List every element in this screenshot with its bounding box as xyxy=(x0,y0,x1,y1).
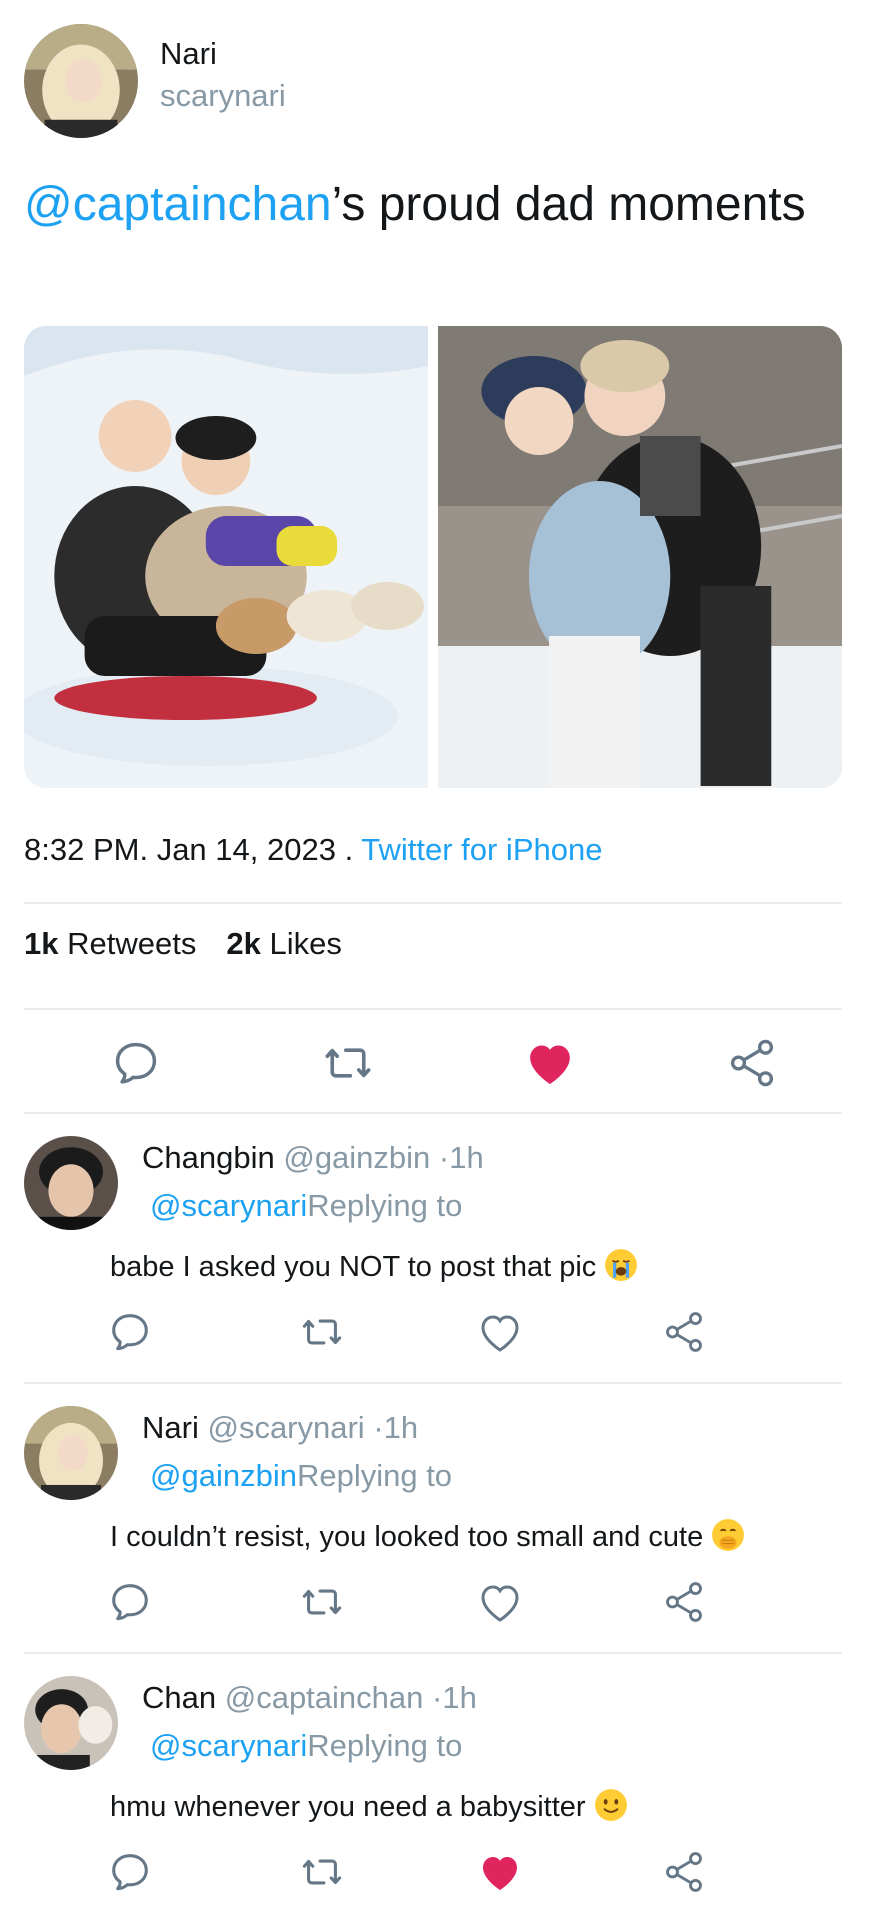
share-button[interactable] xyxy=(656,1304,712,1360)
reply-time: ·1h xyxy=(438,1140,484,1175)
share-icon xyxy=(730,1039,774,1087)
reply-actions xyxy=(0,1304,870,1364)
replying-to-handle[interactable]: @scarynari xyxy=(150,1188,307,1223)
replying-to: @scarynariReplying to xyxy=(150,1188,462,1224)
reply-header: Chan @captainchan ·1h xyxy=(142,1680,477,1716)
divider xyxy=(24,1112,842,1114)
reply-header: Nari @scarynari ·1h xyxy=(142,1410,418,1446)
reply-icon xyxy=(112,1854,148,1891)
reply-header: Changbin @gainzbin ·1h xyxy=(142,1140,484,1176)
tweet-media xyxy=(24,326,842,788)
retweets-stat[interactable]: 1k Retweets xyxy=(24,926,196,961)
reply-icon xyxy=(115,1042,157,1084)
reply-button[interactable] xyxy=(102,1574,158,1630)
author-avatar[interactable] xyxy=(24,24,138,138)
share-button[interactable] xyxy=(656,1844,712,1900)
author-name[interactable]: Nari xyxy=(160,36,217,72)
replying-to-label: Replying to xyxy=(296,1458,453,1493)
share-button[interactable] xyxy=(724,1035,780,1091)
likes-count: 2k xyxy=(226,926,261,961)
media-image-piggyback[interactable] xyxy=(438,326,842,788)
replying-to-label: Replying to xyxy=(307,1728,463,1763)
reply-avatar-chan[interactable] xyxy=(24,1676,118,1770)
reply-author-handle[interactable]: @captainchan xyxy=(225,1680,424,1715)
reply-actions xyxy=(0,1574,870,1634)
reply-author-name[interactable]: Chan xyxy=(142,1680,216,1715)
hand-over-mouth-face-icon xyxy=(711,1518,745,1552)
share-icon xyxy=(666,1582,702,1622)
reply-text-body: I couldn’t resist, you looked too small … xyxy=(110,1521,704,1553)
reply-avatar-nari[interactable] xyxy=(24,1406,118,1500)
heart-icon xyxy=(483,1857,517,1890)
tweet-time: 8:32 PM xyxy=(24,832,140,867)
retweet-button[interactable] xyxy=(294,1304,350,1360)
retweet-icon xyxy=(302,1589,342,1615)
likes-label: Likes xyxy=(269,926,342,961)
reply-actions xyxy=(0,1844,870,1904)
reply-icon xyxy=(112,1584,148,1621)
share-button[interactable] xyxy=(656,1574,712,1630)
reply-icon xyxy=(112,1314,148,1351)
retweet-button[interactable] xyxy=(294,1844,350,1900)
reply-text: hmu whenever you need a babysitter xyxy=(110,1788,628,1824)
replying-to: @gainzbinReplying to xyxy=(150,1458,452,1494)
loudly-crying-face-icon xyxy=(604,1248,638,1282)
author-handle[interactable]: scarynari xyxy=(160,78,286,114)
heart-icon xyxy=(481,1315,519,1352)
tweet-actions xyxy=(0,1035,870,1095)
like-button[interactable] xyxy=(522,1035,578,1091)
like-button[interactable] xyxy=(472,1304,528,1360)
retweet-icon xyxy=(302,1319,342,1345)
tweet-text-body: ’s proud dad moments xyxy=(331,178,806,231)
replying-to-handle[interactable]: @gainzbin xyxy=(150,1458,297,1493)
reply-text-body: babe I asked you NOT to post that pic xyxy=(110,1251,597,1283)
tweet-meta: 8:32 PM. Jan 14, 2023 . Twitter for iPho… xyxy=(24,832,603,867)
retweet-icon xyxy=(302,1859,342,1885)
retweet-icon xyxy=(325,1048,371,1078)
replying-to-handle[interactable]: @scarynari xyxy=(150,1728,307,1763)
divider xyxy=(24,1008,842,1010)
share-icon xyxy=(666,1312,702,1352)
like-button[interactable] xyxy=(472,1574,528,1630)
reply-time: ·1h xyxy=(432,1680,477,1715)
reply-text-body: hmu whenever you need a babysitter xyxy=(110,1791,586,1823)
reply-author-handle[interactable]: @scarynari xyxy=(207,1410,364,1445)
heart-icon xyxy=(481,1585,519,1622)
heart-icon xyxy=(530,1045,570,1084)
reply-button[interactable] xyxy=(102,1304,158,1360)
tweet-date: Jan 14, 2023 xyxy=(156,832,336,867)
divider xyxy=(24,1652,842,1654)
tweet-source[interactable]: Twitter for iPhone xyxy=(361,832,602,867)
reply-button[interactable] xyxy=(108,1035,164,1091)
share-icon xyxy=(666,1852,702,1892)
reply-author-name[interactable]: Changbin xyxy=(142,1140,275,1175)
reply-text: I couldn’t resist, you looked too small … xyxy=(110,1518,745,1554)
reply-avatar-changbin[interactable] xyxy=(24,1136,118,1230)
divider xyxy=(24,902,842,904)
retweet-button[interactable] xyxy=(320,1035,376,1091)
reply-text: babe I asked you NOT to post that pic xyxy=(110,1248,638,1284)
retweets-label: Retweets xyxy=(67,926,197,961)
retweets-count: 1k xyxy=(24,926,59,961)
replying-to: @scarynariReplying to xyxy=(150,1728,462,1764)
media-image-sled[interactable] xyxy=(24,326,428,788)
tweet-mention[interactable]: @captainchan xyxy=(24,178,332,231)
reply-button[interactable] xyxy=(102,1844,158,1900)
divider xyxy=(24,1382,842,1384)
like-button[interactable] xyxy=(472,1844,528,1900)
reply-author-name[interactable]: Nari xyxy=(142,1410,199,1445)
tweet-text: @captainchan’s proud dad moments xyxy=(24,172,844,238)
likes-stat[interactable]: 2k Likes xyxy=(226,926,341,961)
slightly-smiling-face-icon xyxy=(594,1788,628,1822)
reply-time: ·1h xyxy=(373,1410,419,1445)
retweet-button[interactable] xyxy=(294,1574,350,1630)
replying-to-label: Replying to xyxy=(307,1188,463,1223)
tweet-stats: 1k Retweets 2k Likes xyxy=(24,926,342,962)
reply-author-handle[interactable]: @gainzbin xyxy=(283,1140,430,1175)
